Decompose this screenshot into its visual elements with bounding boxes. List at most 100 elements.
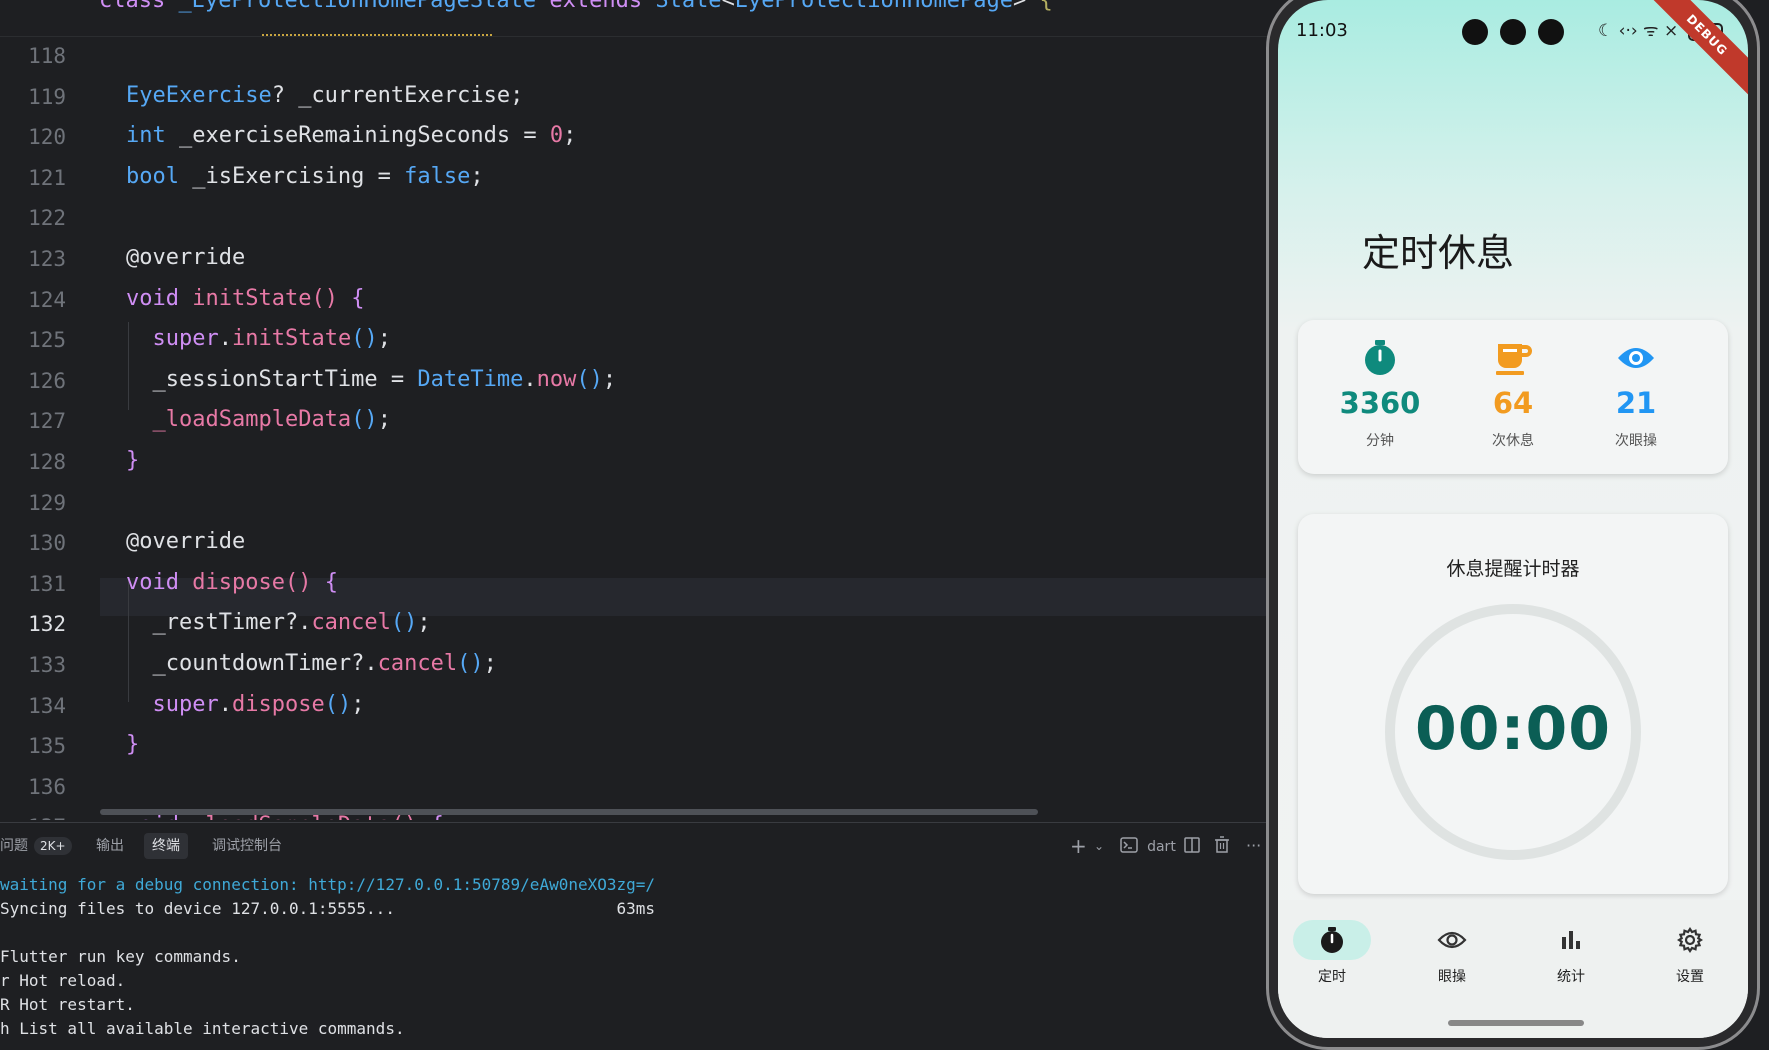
code-line[interactable]: _sessionStartTime = DateTime.now(); [126,367,616,392]
code-line[interactable]: EyeExercise? _currentExercise; [126,83,523,108]
warning-squiggle [262,28,492,36]
stat-value: 64 [1492,386,1534,420]
code-token: @override [126,529,246,555]
stat-minutes: 3360 分钟 [1320,338,1440,450]
code-token: DateTime [417,366,524,392]
line-number: 127 [28,409,66,434]
horizontal-scrollbar[interactable] [100,809,1038,815]
code-line[interactable]: @override [126,529,245,554]
tab-problems[interactable]: 问题 2K+ [0,833,72,859]
split-terminal-button[interactable] [1184,835,1200,857]
code-token: State [655,0,722,13]
code-token: initState [192,285,312,311]
line-number: 136 [28,774,66,799]
terminal-dropdown-button[interactable]: ⌄ [1094,835,1104,857]
code-editor[interactable]: 118 119 120 121 122 123 124 125 126 127 128 129 130 1… [0,0,1268,820]
nav-item-timer[interactable]: 定时 [1278,920,1391,986]
kill-terminal-button[interactable] [1214,835,1230,857]
tab-terminal[interactable]: 终端 [144,833,188,859]
nav-item-eye-exercise[interactable]: 眼操 [1393,920,1511,986]
nav-item-statistics[interactable]: 统计 [1512,920,1630,986]
gear-icon [1651,920,1729,960]
timer-countdown: 00:00 [1415,694,1611,764]
code-line[interactable]: _countdownTimer?.cancel(); [126,651,497,676]
status-time: 11:03 [1296,20,1348,41]
tab-output[interactable]: 输出 [96,833,124,859]
timer-title: 休息提醒计时器 [1446,558,1580,580]
line-number: 125 [28,328,66,353]
timer-icon [1293,920,1371,960]
phone-screen: 11:03 ☾ ‹·› ᯤ × 100 DEBUG 定时休息 3360 分钟 [1278,0,1748,1038]
code-token: EyeExercise [126,82,272,108]
shell-name: dart [1147,839,1176,855]
code-token: ; [483,651,497,676]
tab-debug-console[interactable]: 调试控制台 [212,833,282,859]
code-token: int [126,123,179,149]
code-token: ; [377,326,391,352]
code-token: super [152,326,219,352]
code-token: _isExercising = [192,163,405,189]
code-token: now [536,366,577,392]
camera-dot [1500,19,1526,45]
code-line[interactable]: bool _isExercising = false; [126,164,484,189]
code-token: void [126,285,193,311]
line-number: 124 [28,287,66,312]
code-token: initState [231,326,352,352]
tab-output-label: 输出 [96,838,124,854]
code-token: { [1039,0,1053,13]
sticky-scroll-header[interactable]: class _EyeProtectionHomePageState extend… [0,0,1268,37]
line-number: 132 [28,612,66,637]
code-token: _EyeProtectionHomePageState [178,0,550,13]
code-token: ? _currentExercise; [271,82,524,108]
code-token: () [324,691,352,717]
stat-label: 分钟 [1366,433,1394,449]
code-token: extends [549,0,656,13]
rest-timer-card: 休息提醒计时器 00:00 [1298,514,1728,894]
code-token: < [721,0,735,13]
code-token: . [523,366,537,392]
code-line[interactable]: } [126,448,139,473]
code-token: _sessionStartTime = [126,366,418,392]
code-line[interactable]: _loadSampleData(); [126,407,391,432]
code-token: 0 [549,123,564,149]
more-actions-button[interactable]: ··· [1246,835,1261,857]
code-token: super [152,691,219,717]
stat-exercises: 21 次眼操 [1576,338,1696,450]
line-number: 135 [28,734,66,759]
code-line[interactable]: _restTimer?.cancel(); [126,610,430,635]
code-token: () [576,366,603,392]
bar-chart-icon [1532,920,1610,960]
terminal-icon [1120,837,1138,853]
code-line[interactable]: super.dispose(); [126,691,365,717]
stat-rests: 64 次休息 [1453,338,1573,450]
line-number: 133 [28,653,66,677]
code-token: @override [126,245,246,270]
code-token: . [218,691,232,717]
code-token: false [404,163,471,189]
nav-label: 眼操 [1438,969,1466,985]
line-number: 118 [28,44,66,68]
status-indicators: ☾ ‹·› ᯤ × [1598,21,1679,41]
home-indicator[interactable] [1448,1020,1584,1026]
line-number: 137 [0,815,66,820]
code-token: () [351,407,378,433]
code-line[interactable]: } [126,732,139,757]
nav-label: 定时 [1318,969,1346,985]
terminal-line: Syncing files to device 127.0.0.1:5555..… [0,899,656,918]
code-line[interactable]: void initState() { [126,286,364,311]
plus-icon: + [1070,834,1087,858]
new-terminal-button[interactable]: + [1070,835,1087,857]
code-line[interactable]: @override [126,245,245,270]
code-line[interactable]: void dispose() { [126,570,338,595]
nav-item-settings[interactable]: 设置 [1631,920,1748,986]
terminal-link-line[interactable]: waiting for a debug connection: http://1… [0,875,655,894]
code-line[interactable]: super.initState(); [126,326,391,351]
split-icon [1184,837,1200,853]
stats-card: 3360 分钟 64 次休息 21 次眼操 [1298,320,1728,474]
code-line[interactable]: int _exerciseRemainingSeconds = 0; [126,123,576,148]
terminal-shell-selector[interactable]: dart [1120,835,1176,857]
code-token: () [311,285,352,311]
